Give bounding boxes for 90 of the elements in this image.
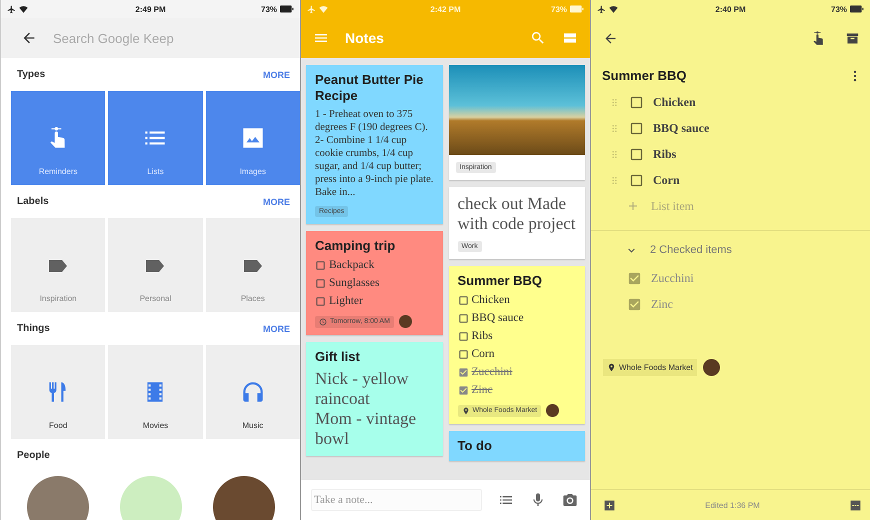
location-chip[interactable]: Whole Foods Market [603, 359, 697, 376]
location-pin-icon [462, 406, 470, 414]
back-button[interactable] [603, 30, 618, 46]
category-tile[interactable]: Movies [108, 345, 203, 439]
list-item-text: Corn [653, 172, 680, 188]
list-item-text: Chicken [472, 293, 510, 307]
archive-button[interactable] [845, 30, 860, 46]
status-time: 2:49 PM [135, 4, 166, 14]
back-arrow-icon [603, 30, 618, 46]
checkbox[interactable] [315, 278, 326, 288]
list-item-text: BBQ sauce [653, 120, 710, 136]
note-body: check out Made with code project [458, 194, 577, 234]
checkbox[interactable] [458, 384, 468, 396]
checkbox[interactable] [315, 296, 326, 306]
archive-icon [845, 30, 860, 46]
checkbox[interactable] [629, 120, 644, 136]
category-tile[interactable]: Music [206, 345, 300, 439]
take-note-field[interactable]: Take a note... [311, 489, 482, 511]
list-item-text: Lighter [329, 294, 363, 308]
note-body: Nick - yellow raincoat Mom - vintage bowl [315, 369, 418, 449]
checked-items-toggle[interactable]: 2 Checked items [591, 235, 870, 265]
checkbox[interactable] [315, 260, 326, 270]
wifi-icon [19, 4, 28, 14]
more-link[interactable]: MORE [261, 322, 292, 336]
camera-icon [562, 492, 578, 508]
note-title: Summer BBQ [602, 68, 687, 83]
section-title: Labels [17, 196, 49, 207]
note-title: Peanut Butter Pie Recipe [315, 72, 424, 104]
add-item-field[interactable]: List item [591, 193, 870, 218]
note-title: Camping trip [315, 238, 396, 254]
list-item-text: Zucchini [472, 365, 512, 379]
category-tile[interactable]: Food [11, 345, 106, 439]
status-time: 2:42 PM [430, 4, 461, 14]
add-box-icon [603, 498, 616, 512]
airplane-icon [7, 4, 16, 14]
note-card[interactable]: Gift list Nick - yellow raincoat Mom - vintage bowl [306, 342, 442, 456]
app-title: Notes [345, 30, 385, 46]
list-item-input[interactable]: List item [649, 198, 773, 214]
add-button[interactable] [603, 498, 616, 512]
list-item-text: Zucchini [651, 270, 694, 286]
wifi-icon [609, 4, 618, 14]
checkbox[interactable] [458, 348, 468, 360]
search-bar[interactable]: Search Google Keep [1, 18, 300, 58]
list-item-text: Sunglasses [329, 276, 380, 290]
checkbox[interactable] [458, 294, 468, 306]
note-title: Gift list [315, 349, 361, 365]
battery-percent: 73% [551, 4, 568, 14]
plus-icon [627, 200, 639, 212]
more-link[interactable]: MORE [261, 194, 292, 208]
section-title: People [17, 450, 50, 461]
edited-time: Edited 1:36 PM [705, 500, 760, 510]
section-title: Types [17, 69, 46, 80]
wifi-icon [319, 4, 328, 14]
note-title: Summer BBQ [458, 273, 544, 289]
checkbox[interactable] [629, 172, 644, 188]
list-item-text: Zinc [472, 383, 493, 397]
note-title: To do [458, 438, 493, 454]
checkbox[interactable] [627, 270, 642, 286]
avatar[interactable] [26, 476, 88, 520]
list-item-text: BBQ sauce [472, 311, 524, 325]
checkbox[interactable] [458, 366, 468, 378]
location-pin-icon [607, 363, 616, 372]
status-time: 2:40 PM [715, 4, 746, 14]
search-input[interactable]: Search Google Keep [51, 30, 255, 46]
more-link[interactable]: MORE [261, 68, 292, 82]
menu-button[interactable] [848, 498, 862, 512]
list-item-text: Corn [472, 347, 494, 361]
avatar[interactable] [212, 476, 274, 520]
search-icon [530, 30, 546, 46]
checkbox[interactable] [458, 312, 468, 324]
checkbox[interactable] [629, 94, 644, 110]
clock-icon [319, 318, 327, 326]
airplane-icon [307, 4, 316, 14]
list-item-text: Ribs [653, 146, 676, 162]
note-card[interactable]: To do [448, 431, 585, 461]
back-arrow-icon [21, 30, 37, 46]
note-body: 1 - Preheat oven to 375 degrees F (190 degrees C). 2- Combine 1 1/4 cup cookie crumbs, 1/4 cup sugar, and 1/4 cup butter; press into a 9-inch pie plate. Bake in... [315, 108, 434, 199]
battery-percent: 73% [831, 4, 848, 14]
list-item-text: Ribs [472, 329, 493, 343]
list-item-text: Chicken [653, 94, 696, 110]
airplane-icon [597, 4, 606, 14]
battery-percent: 73% [261, 4, 278, 14]
checkbox[interactable] [629, 146, 644, 162]
list-item-text: Backpack [329, 258, 374, 272]
checkbox[interactable] [458, 330, 468, 342]
photo-note-button[interactable] [562, 492, 578, 508]
list-item-text: Zinc [651, 296, 673, 312]
more-box-icon [848, 498, 862, 512]
section-title: Things [17, 323, 50, 334]
checkbox[interactable] [627, 296, 642, 312]
